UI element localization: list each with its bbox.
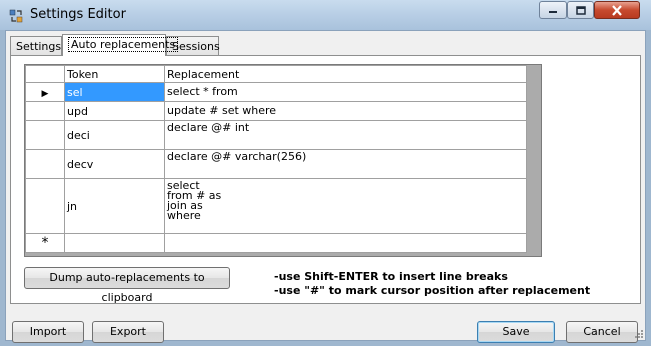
resize-grip-icon[interactable]: [633, 328, 643, 338]
replacement-cell[interactable]: select * from: [164, 82, 527, 102]
table-row[interactable]: ▶ sel select * from: [25, 82, 527, 102]
new-token-cell[interactable]: [64, 233, 165, 253]
new-row[interactable]: *: [25, 233, 527, 253]
table-row[interactable]: deci declare @# int: [25, 120, 527, 150]
replacement-line: where: [167, 209, 201, 222]
replacement-line: from # as: [167, 189, 222, 202]
minimize-icon: [549, 11, 557, 13]
new-replacement-cell[interactable]: [164, 233, 527, 253]
replacements-grid[interactable]: Token Replacement ▶ sel select * from upd up…: [24, 64, 542, 257]
export-button[interactable]: Export: [92, 321, 164, 343]
save-button[interactable]: Save: [477, 321, 555, 343]
dump-to-clipboard-button[interactable]: Dump auto-replacements to clipboard: [24, 267, 230, 304]
window-title: Settings Editor: [30, 7, 126, 22]
replacement-line: join as: [167, 199, 203, 212]
replacement-cell[interactable]: update # set where: [164, 101, 527, 121]
replacement-cell[interactable]: declare @# int: [164, 120, 527, 150]
import-button[interactable]: Import: [12, 321, 84, 343]
new-row-header[interactable]: *: [25, 233, 65, 253]
row-header-corner: [25, 65, 65, 83]
title-bar[interactable]: Settings Editor: [0, 0, 651, 30]
maximize-button[interactable]: [567, 1, 594, 19]
replacement-line: update # set where: [167, 104, 277, 117]
column-header-token[interactable]: Token: [64, 65, 165, 83]
dialog-body: Settings Auto replacements Sessions Toke…: [5, 30, 646, 343]
replacement-line: declare @# varchar(256): [167, 150, 307, 163]
tab-label: Settings: [16, 40, 62, 53]
replacement-line: select * from: [167, 85, 238, 98]
replacement-cell[interactable]: select from # as join as where: [164, 178, 527, 234]
hint-cursor-position: -use "#" to mark cursor position after r…: [274, 284, 591, 297]
auto-replacements-panel: Token Replacement ▶ sel select * from upd up…: [10, 55, 641, 304]
hint-line-breaks: -use Shift-ENTER to insert line breaks: [274, 270, 508, 283]
tab-label: Sessions: [172, 40, 220, 53]
close-icon: [612, 4, 622, 16]
tab-settings[interactable]: Settings: [10, 36, 62, 55]
replacement-line: declare @# int: [167, 121, 250, 134]
tab-auto-replacements[interactable]: Auto replacements: [62, 34, 179, 56]
close-button[interactable]: [594, 1, 640, 19]
token-cell[interactable]: upd: [64, 101, 165, 121]
token-cell[interactable]: decv: [64, 149, 165, 179]
replacements-table: Token Replacement ▶ sel select * from upd up…: [25, 65, 527, 253]
row-header[interactable]: [25, 101, 65, 121]
maximize-icon: [575, 5, 586, 15]
table-row[interactable]: decv declare @# varchar(256): [25, 149, 527, 179]
row-header[interactable]: [25, 149, 65, 179]
current-row-arrow-icon: ▶: [41, 88, 49, 99]
new-row-star-icon: *: [41, 235, 49, 251]
replacement-cell[interactable]: declare @# varchar(256): [164, 149, 527, 179]
row-header[interactable]: [25, 120, 65, 150]
cancel-button[interactable]: Cancel: [566, 321, 638, 343]
row-header[interactable]: [25, 178, 65, 234]
token-cell[interactable]: jn: [64, 178, 165, 234]
tab-label: Auto replacements: [68, 37, 179, 52]
table-row[interactable]: jn select from # as join as where: [25, 178, 527, 234]
settings-tool-icon: [8, 8, 24, 24]
minimize-button[interactable]: [539, 1, 567, 19]
table-row[interactable]: upd update # set where: [25, 101, 527, 121]
row-header[interactable]: ▶: [25, 82, 65, 102]
grid-header-row: Token Replacement: [25, 65, 527, 83]
column-header-replacement[interactable]: Replacement: [164, 65, 527, 83]
token-cell[interactable]: sel: [64, 82, 165, 102]
token-cell[interactable]: deci: [64, 120, 165, 150]
